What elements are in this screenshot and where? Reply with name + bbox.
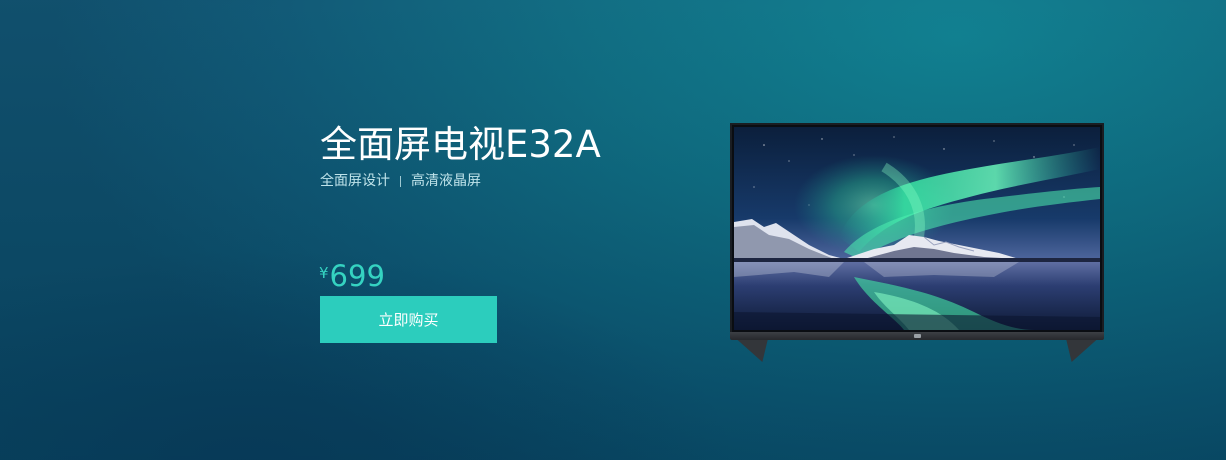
- buy-now-button[interactable]: 立即购买: [320, 296, 497, 343]
- aurora-landscape-image: [734, 127, 1100, 330]
- tv-left-leg: [737, 340, 781, 362]
- tv-screen-frame: [730, 123, 1104, 334]
- product-title: 全面屏电视E32A: [320, 123, 601, 166]
- tv-product-image[interactable]: [730, 123, 1104, 363]
- price-amount: 699: [329, 259, 385, 293]
- tv-right-leg: [1053, 340, 1097, 362]
- feature-separator: [400, 175, 401, 187]
- tv-screen: [734, 127, 1100, 330]
- price-currency: ¥: [319, 264, 329, 282]
- tv-logo-icon: [914, 334, 921, 338]
- feature-fullscreen: 全面屏设计: [320, 173, 390, 189]
- product-features: 全面屏设计 高清液晶屏: [320, 172, 481, 190]
- product-banner[interactable]: 全面屏电视E32A 全面屏设计 高清液晶屏 ¥ 699 立即购买: [0, 0, 1226, 460]
- product-price: ¥ 699: [319, 259, 385, 293]
- feature-display: 高清液晶屏: [411, 173, 481, 189]
